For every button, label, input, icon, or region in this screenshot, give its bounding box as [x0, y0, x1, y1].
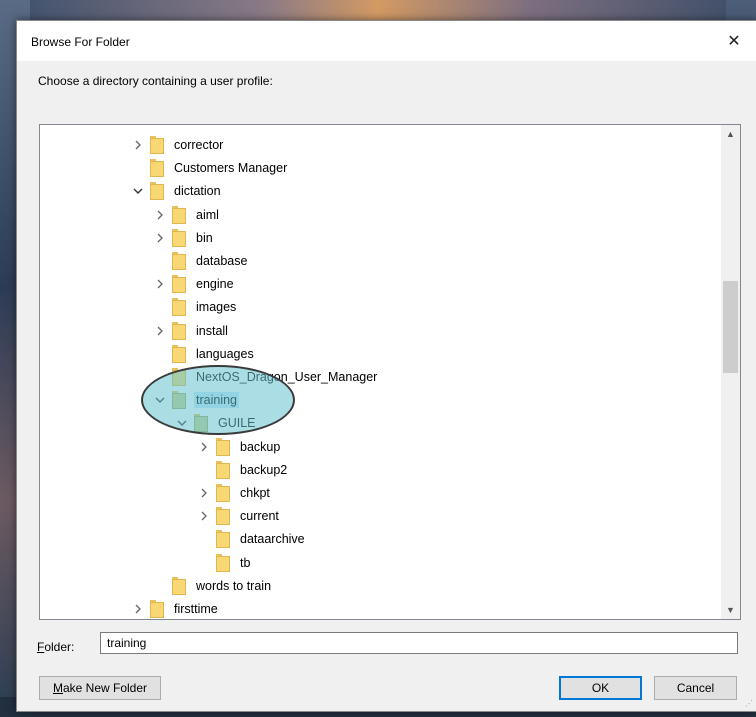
resize-grip-icon[interactable]: ⋰ — [745, 699, 755, 709]
tree-item-label: languages — [196, 346, 254, 361]
folder-icon — [172, 228, 188, 247]
chevron-right-icon[interactable] — [152, 227, 168, 249]
make-new-folder-label: ake New Folder — [62, 681, 148, 695]
tree-item-corrector[interactable]: corrector — [130, 134, 225, 156]
title-bar[interactable]: Browse For Folder ✕ — [17, 21, 756, 61]
tree-item-backup[interactable]: backup — [196, 436, 282, 458]
tree-item-label: current — [240, 509, 279, 524]
scrollbar-thumb[interactable] — [723, 281, 738, 373]
ok-button[interactable]: OK — [559, 676, 642, 700]
tree-item-label: backup — [240, 439, 281, 454]
folder-icon — [150, 182, 166, 201]
tree-item-chkpt[interactable]: chkpt — [196, 482, 272, 504]
tree-item-label: install — [196, 323, 228, 338]
tree-item-label: corrector — [174, 138, 224, 152]
tree-item-customers-manager[interactable]: Customers Manager — [130, 157, 289, 179]
tree-item-firsttime[interactable]: firsttime — [130, 598, 220, 619]
chevron-right-icon[interactable] — [152, 320, 168, 342]
folder-icon — [216, 460, 232, 479]
folder-icon — [150, 136, 166, 154]
tree-item-label: engine — [196, 277, 234, 292]
tree-item-database[interactable]: database — [152, 250, 249, 272]
scroll-down-icon[interactable]: ▼ — [721, 601, 740, 619]
make-new-folder-accesskey: M — [52, 681, 63, 695]
tree-item-label: chkpt — [240, 486, 270, 500]
close-button[interactable]: ✕ — [711, 21, 756, 61]
vertical-scrollbar[interactable]: ▲ ▼ — [721, 125, 740, 619]
chevron-right-icon[interactable] — [196, 436, 212, 458]
scroll-up-icon[interactable]: ▲ — [721, 125, 740, 143]
tree-item-words-to-train[interactable]: words to train — [152, 575, 273, 597]
chevron-right-icon[interactable] — [196, 505, 212, 527]
tree-item-backup2[interactable]: backup2 — [196, 459, 289, 481]
folder-icon — [172, 298, 188, 317]
tree-item-label: images — [196, 300, 237, 315]
folder-icon — [150, 159, 166, 178]
tree-item-tb[interactable]: tb — [196, 552, 252, 574]
tree-item-engine[interactable]: engine — [152, 273, 236, 295]
close-icon: ✕ — [727, 33, 741, 50]
tree-item-label: dictation — [174, 184, 221, 199]
tree-item-label: Customers Manager — [174, 161, 288, 176]
tree-item-label: firsttime — [174, 602, 218, 616]
folder-icon — [216, 484, 232, 502]
make-new-folder-button[interactable]: Make New Folder — [39, 676, 161, 700]
tree-item-aiml[interactable]: aiml — [152, 204, 221, 226]
tree-item-dictation[interactable]: dictation — [130, 180, 223, 202]
tree-item-bin[interactable]: bin — [152, 227, 215, 249]
tree-item-dataarchive[interactable]: dataarchive — [196, 528, 307, 550]
tree-item-label: tb — [240, 555, 251, 570]
folder-icon — [172, 275, 188, 294]
folder-icon — [216, 507, 232, 526]
folder-icon — [172, 252, 188, 270]
folder-icon — [172, 576, 188, 595]
chevron-right-icon[interactable] — [152, 204, 168, 226]
tree-item-install[interactable]: install — [152, 320, 230, 342]
tree-item-label: words to train — [196, 578, 272, 593]
tree-item-label: bin — [196, 230, 213, 245]
browse-for-folder-dialog: Browse For Folder ✕ Choose a directory c… — [16, 20, 756, 712]
folder-tree[interactable]: corrector Customers Manager dictation aiml b… — [39, 124, 741, 620]
tree-item-languages[interactable]: languages — [152, 343, 256, 365]
folder-icon — [216, 530, 232, 549]
tree-item-current[interactable]: current — [196, 505, 281, 527]
folder-icon — [172, 321, 188, 340]
tree-item-label: dataarchive — [240, 532, 305, 547]
chevron-right-icon[interactable] — [130, 134, 146, 156]
window-title: Browse For Folder — [31, 35, 130, 49]
folder-icon — [216, 437, 232, 456]
chevron-right-icon[interactable] — [152, 273, 168, 295]
annotation-highlight-ellipse — [141, 365, 295, 435]
cancel-button[interactable]: Cancel — [654, 676, 737, 700]
tree-item-label: aiml — [196, 207, 219, 222]
dialog-prompt: Choose a directory containing a user pro… — [38, 74, 273, 88]
tree-item-label: backup2 — [240, 462, 288, 477]
folder-icon — [172, 205, 188, 224]
chevron-right-icon[interactable] — [196, 482, 212, 504]
folder-icon — [150, 600, 166, 618]
chevron-right-icon[interactable] — [130, 598, 146, 619]
folder-label-text: older: — [44, 640, 75, 654]
folder-icon — [172, 344, 188, 363]
tree-item-label: database — [196, 254, 248, 268]
folder-field-label: Folder: — [37, 640, 74, 654]
tree-item-images[interactable]: images — [152, 296, 238, 318]
folder-path-input[interactable] — [100, 632, 738, 654]
folder-icon — [216, 553, 232, 572]
chevron-down-icon[interactable] — [130, 180, 146, 202]
